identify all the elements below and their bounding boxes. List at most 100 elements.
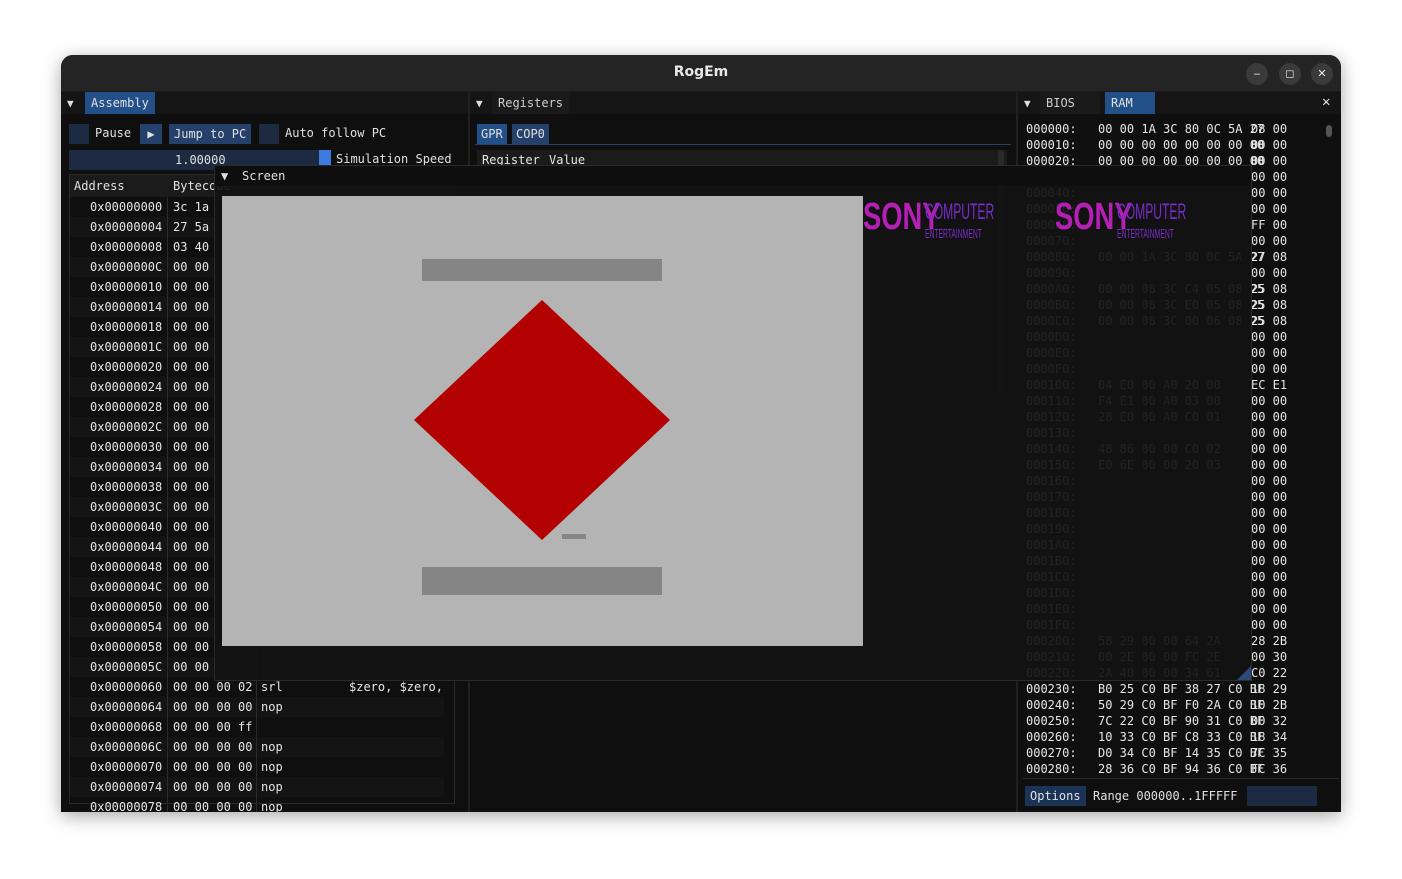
- row-bytecode: 00 00: [173, 480, 210, 494]
- tab-ram[interactable]: RAM: [1105, 92, 1155, 114]
- row-bytecode: 00 00: [173, 360, 210, 374]
- row-address: 0x00000048: [90, 560, 163, 574]
- table-row[interactable]: 0x00000068 00 00 00 ff: [70, 717, 444, 737]
- tab-assembly[interactable]: Assembly: [85, 92, 155, 114]
- hex-bytes: 10 33 C0 BF C8 33 C0 BF: [1098, 730, 1265, 744]
- tab-gpr[interactable]: GPR: [477, 124, 507, 144]
- range-input[interactable]: [1247, 786, 1317, 806]
- hex-bytes-tail: 00 00: [1251, 474, 1288, 488]
- table-row[interactable]: 0x00000070 00 00 00 00 nop: [70, 757, 444, 777]
- hex-bytes: 28 36 C0 BF 94 36 C0 BF: [1098, 762, 1265, 774]
- entertainment-text: ENTERTAINMENT: [925, 226, 982, 241]
- row-address: 0x00000018: [90, 320, 163, 334]
- row-address: 0x0000000C: [90, 260, 163, 274]
- screen-header[interactable]: ▼ Screen: [215, 166, 1251, 186]
- hex-bytes-tail: 25 08: [1251, 282, 1288, 296]
- row-address: 0x00000000: [90, 200, 163, 214]
- row-address: 0x00000004: [90, 220, 163, 234]
- row-bytecode: 00 00: [173, 260, 210, 274]
- row-address: 0x00000034: [90, 460, 163, 474]
- row-bytecode: 00 00: [173, 280, 210, 294]
- hex-bytes-tail: EC E1: [1251, 378, 1288, 392]
- jump-to-pc-button[interactable]: Jump to PC: [169, 124, 252, 144]
- hex-address: 000010:: [1026, 138, 1077, 152]
- hex-bytes-tail: 00 00: [1251, 234, 1288, 248]
- pause-label: Pause: [95, 126, 132, 140]
- hex-scrollbar[interactable]: [1326, 125, 1332, 137]
- row-address: 0x00000044: [90, 540, 163, 554]
- row-address: 0x00000024: [90, 380, 163, 394]
- table-row[interactable]: 0x00000064 00 00 00 00 nop: [70, 697, 444, 717]
- collapse-triangle-icon[interactable]: ▼: [476, 97, 483, 110]
- row-address: 0x00000078: [90, 800, 163, 812]
- row-bytecode: 00 00: [173, 580, 210, 594]
- hex-bytes-tail: 00 00: [1251, 266, 1288, 280]
- hex-bytes: 7C 22 C0 BF 90 31 C0 BF: [1098, 714, 1265, 728]
- auto-follow-checkbox[interactable]: [259, 124, 279, 144]
- resize-grip[interactable]: [1237, 666, 1251, 680]
- row-address: 0x00000060: [90, 680, 163, 694]
- play-icon: ▶: [147, 127, 155, 141]
- registers-header: ▼ Registers: [470, 92, 1016, 114]
- row-bytecode: 00 00: [173, 520, 210, 534]
- hex-bytes-tail: 00 00: [1251, 458, 1288, 472]
- close-icon[interactable]: ✕: [1322, 94, 1330, 110]
- tab-registers[interactable]: Registers: [492, 92, 570, 114]
- row-bytecode: 00 00: [173, 560, 210, 574]
- table-row[interactable]: 0x00000078 00 00 00 00 nop: [70, 797, 444, 812]
- row-address: 0x00000020: [90, 360, 163, 374]
- tab-cop0[interactable]: COP0: [512, 124, 549, 144]
- red-diamond: [414, 300, 670, 540]
- hex-address: 000270:: [1026, 746, 1077, 760]
- row-bytecode: 00 00: [173, 320, 210, 334]
- row-bytecode: 00 00: [173, 600, 210, 614]
- hex-bytes-tail: 00 00: [1251, 394, 1288, 408]
- row-instruction: nop: [261, 760, 283, 774]
- hex-bytes-tail: C0 22: [1251, 666, 1288, 680]
- collapse-triangle-icon[interactable]: ▼: [221, 169, 228, 183]
- hex-bytes: 50 29 C0 BF F0 2A C0 BF: [1098, 698, 1265, 712]
- hex-bytes-tail: 00 00: [1251, 442, 1288, 456]
- row-address: 0x0000002C: [90, 420, 163, 434]
- row-bytecode: 00 00: [173, 620, 210, 634]
- hex-bytes-tail: 00 00: [1251, 170, 1288, 184]
- hex-bytes: B0 25 C0 BF 38 27 C0 BF: [1098, 682, 1265, 696]
- row-address: 0x0000003C: [90, 500, 163, 514]
- row-address: 0x00000030: [90, 440, 163, 454]
- hex-bytes-tail: 00 30: [1251, 650, 1288, 664]
- pause-checkbox[interactable]: [69, 124, 89, 144]
- display-graphics: [414, 259, 670, 595]
- row-bytecode: 00 00: [173, 420, 210, 434]
- small-mark: [562, 534, 586, 539]
- hex-bytes-tail: 10 2B: [1251, 698, 1288, 712]
- hex-bytes-tail: 25 08: [1251, 298, 1288, 312]
- table-row[interactable]: 0x00000074 00 00 00 00 nop: [70, 777, 444, 797]
- hex-address: 000260:: [1026, 730, 1077, 744]
- hex-bytes-tail: 00 00: [1251, 522, 1288, 536]
- hex-bytes-tail: 00 00: [1251, 138, 1288, 152]
- play-button[interactable]: ▶: [140, 124, 162, 144]
- screen-window[interactable]: ▼ Screen SONY COMPUTER ENTERTAINMENT SON…: [214, 165, 1252, 681]
- tab-bios[interactable]: BIOS: [1040, 92, 1100, 114]
- collapse-triangle-icon[interactable]: ▼: [67, 97, 74, 110]
- hex-bytes-tail: 25 08: [1251, 314, 1288, 328]
- close-window-button[interactable]: ✕: [1311, 63, 1333, 85]
- hex-bytes-tail: 00 00: [1251, 490, 1288, 504]
- hex-bytes-tail: 00 00: [1251, 346, 1288, 360]
- row-bytecode: 27 5a: [173, 220, 210, 234]
- collapse-triangle-icon[interactable]: ▼: [1024, 97, 1031, 110]
- row-bytecode: 00 00: [173, 340, 210, 354]
- row-bytecode: 3c 1a: [173, 200, 210, 214]
- hex-bytes-tail: 00 00: [1251, 570, 1288, 584]
- row-bytecode: 00 00 00 ff: [173, 720, 253, 734]
- assembly-header: ▼ Assembly: [61, 92, 468, 114]
- minimize-button[interactable]: ‒: [1246, 63, 1268, 85]
- maximize-button[interactable]: ◻: [1279, 63, 1301, 85]
- table-row[interactable]: 0x0000006C 00 00 00 00 nop: [70, 737, 444, 757]
- options-button[interactable]: Options: [1025, 786, 1086, 806]
- hex-bytes-tail: 18 34: [1251, 730, 1288, 744]
- screen-title: Screen: [242, 169, 286, 183]
- row-address: 0x00000008: [90, 240, 163, 254]
- hex-bytes-tail: 18 29: [1251, 682, 1288, 696]
- row-address: 0x00000050: [90, 600, 163, 614]
